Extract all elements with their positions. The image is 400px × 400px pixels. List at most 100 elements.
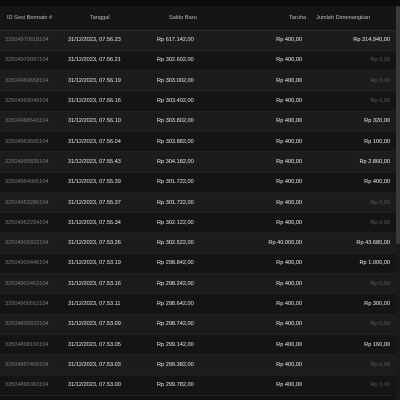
date-cell: 31/12/2023, 07.55.37: [64, 192, 149, 214]
table-row[interactable]: 32504896363104 31/12/2023, 07.53.00 Rp 299…: [0, 375, 396, 396]
column-header-date[interactable]: Tanggal: [64, 6, 149, 31]
bet-cell: Rp 400,00: [229, 375, 306, 396]
winnings-cell: Rp 160,00: [306, 334, 396, 356]
session-id-cell: 32504970097104: [0, 50, 64, 72]
winnings-cell: Rp 300,00: [306, 293, 396, 315]
date-cell: 31/12/2023, 07.56.19: [64, 70, 149, 92]
session-id-cell: 32504898156104: [0, 334, 64, 356]
table-header: ID Sesi Bermain # Tanggal Saldo Baru Tar…: [0, 6, 396, 31]
new-balance-cell: Rp 301.722,00: [149, 172, 229, 193]
winnings-cell: Rp 0,00: [306, 273, 396, 295]
winnings-cell: Rp 0,00: [306, 354, 396, 376]
date-cell: 31/12/2023, 07.56.23: [64, 30, 149, 51]
winnings-cell: Rp 43.680,00: [306, 232, 396, 254]
table-row[interactable]: 32504898156104 31/12/2023, 07.53.05 Rp 299…: [0, 334, 396, 356]
winnings-cell: Rp 0,00: [306, 314, 396, 335]
winnings-cell: Rp 0,00: [306, 375, 396, 396]
table-row[interactable]: 32504969658104 31/12/2023, 07.56.19 Rp 303…: [0, 70, 396, 92]
winnings-cell: Rp 0,00: [306, 192, 396, 214]
bet-cell: Rp 400,00: [229, 273, 306, 295]
date-cell: 31/12/2023, 07.56.16: [64, 90, 149, 112]
session-id-cell: 32504968543104: [0, 111, 64, 132]
column-header-session-id[interactable]: ID Sesi Bermain #: [0, 6, 64, 31]
table-row[interactable]: 32504903446104 31/12/2023, 07.53.19 Rp 298…: [0, 253, 396, 275]
table-row[interactable]: 32504954005104 31/12/2023, 07.55.39 Rp 301…: [0, 172, 396, 193]
new-balance-cell: Rp 298.642,00: [149, 293, 229, 315]
new-balance-cell: Rp 303.802,00: [149, 111, 229, 132]
bet-cell: Rp 400,00: [229, 151, 306, 173]
bet-history-table-container[interactable]: ID Sesi Bermain # Tanggal Saldo Baru Tar…: [0, 6, 396, 400]
table-row[interactable]: 32504970097104 31/12/2023, 07.56.21 Rp 302…: [0, 50, 396, 72]
table-row[interactable]: 32504969049104 31/12/2023, 07.56.16 Rp 303…: [0, 90, 396, 112]
bet-cell: Rp 400,00: [229, 111, 306, 132]
column-header-bet[interactable]: Taruhan: [229, 6, 306, 31]
table-row[interactable]: 32504899933104 31/12/2023, 07.53.09 Rp 298…: [0, 314, 396, 335]
date-cell: 31/12/2023, 07.55.43: [64, 151, 149, 173]
session-id-cell: 32504970618104: [0, 30, 64, 51]
scrollbar-thumb[interactable]: [396, 6, 400, 244]
session-id-cell: 32504905922104: [0, 232, 64, 254]
bet-cell: Rp 400,00: [229, 192, 306, 214]
session-id-cell: 32504963606104: [0, 131, 64, 153]
date-cell: 31/12/2023, 07.56.04: [64, 131, 149, 153]
date-cell: 31/12/2023, 07.53.03: [64, 354, 149, 376]
table-row[interactable]: 32504963606104 31/12/2023, 07.56.04 Rp 303…: [0, 131, 396, 153]
winnings-cell: Rp 0,00: [306, 70, 396, 92]
bet-cell: Rp 400,00: [229, 354, 306, 376]
date-cell: 31/12/2023, 07.56.10: [64, 111, 149, 132]
bet-cell: Rp 400,00: [229, 70, 306, 92]
date-cell: 31/12/2023, 07.56.21: [64, 50, 149, 72]
table-row[interactable]: 32504900552104 31/12/2023, 07.53.11 Rp 298…: [0, 293, 396, 315]
new-balance-cell: Rp 302.602,00: [149, 50, 229, 72]
winnings-cell: Rp 100,00: [306, 131, 396, 153]
new-balance-cell: Rp 299.382,00: [149, 354, 229, 376]
table-row[interactable]: 32504902463104 31/12/2023, 07.53.16 Rp 298…: [0, 273, 396, 295]
header-row: ID Sesi Bermain # Tanggal Saldo Baru Tar…: [0, 6, 396, 31]
date-cell: 31/12/2023, 07.53.19: [64, 253, 149, 275]
date-cell: 31/12/2023, 07.55.39: [64, 172, 149, 193]
session-id-cell: 32504896363104: [0, 375, 64, 396]
winnings-cell: Rp 1.000,00: [306, 253, 396, 275]
bet-cell: Rp 400,00: [229, 334, 306, 356]
session-id-cell: 32504969049104: [0, 90, 64, 112]
new-balance-cell: Rp 303.402,00: [149, 90, 229, 112]
bet-cell: Rp 400,00: [229, 50, 306, 72]
bet-cell: Rp 400,00: [229, 172, 306, 193]
table-row[interactable]: 32504905922104 31/12/2023, 07.53.26 Rp 302…: [0, 232, 396, 254]
table-row[interactable]: 32504952294104 31/12/2023, 07.55.34 Rp 302…: [0, 212, 396, 234]
winnings-cell: Rp 320,00: [306, 111, 396, 132]
column-header-winnings[interactable]: Jumlah Dimenangkan: [306, 6, 396, 31]
session-id-cell: 32504900552104: [0, 293, 64, 315]
date-cell: 31/12/2023, 07.55.34: [64, 212, 149, 234]
table-body: 32504970618104 31/12/2023, 07.56.23 Rp 617…: [0, 30, 396, 396]
winnings-cell: Rp 0,00: [306, 212, 396, 234]
new-balance-cell: Rp 617.142,00: [149, 30, 229, 51]
bet-cell: Rp 40.000,00: [229, 232, 306, 254]
session-id-cell: 32504897409104: [0, 354, 64, 376]
table-row[interactable]: 32504953286104 31/12/2023, 07.55.37 Rp 301…: [0, 192, 396, 214]
new-balance-cell: Rp 303.882,00: [149, 131, 229, 153]
new-balance-cell: Rp 302.122,00: [149, 212, 229, 234]
new-balance-cell: Rp 304.182,00: [149, 151, 229, 173]
bet-history-table: ID Sesi Bermain # Tanggal Saldo Baru Tar…: [0, 6, 396, 396]
winnings-cell: Rp 400,00: [306, 172, 396, 193]
winnings-cell: Rp 0,00: [306, 90, 396, 112]
session-id-cell: 32504903446104: [0, 253, 64, 275]
bet-cell: Rp 400,00: [229, 212, 306, 234]
date-cell: 31/12/2023, 07.53.26: [64, 232, 149, 254]
date-cell: 31/12/2023, 07.53.05: [64, 334, 149, 356]
date-cell: 31/12/2023, 07.53.16: [64, 273, 149, 295]
table-row[interactable]: 32504897409104 31/12/2023, 07.53.03 Rp 299…: [0, 354, 396, 376]
winnings-cell: Rp 2.860,00: [306, 151, 396, 173]
column-header-new-balance[interactable]: Saldo Baru: [149, 6, 229, 31]
new-balance-cell: Rp 298.742,00: [149, 314, 229, 335]
table-row[interactable]: 32504968543104 31/12/2023, 07.56.10 Rp 303…: [0, 111, 396, 132]
new-balance-cell: Rp 301.722,00: [149, 192, 229, 214]
date-cell: 31/12/2023, 07.53.11: [64, 293, 149, 315]
session-id-cell: 32504954005104: [0, 172, 64, 193]
winnings-cell: Rp 0,00: [306, 50, 396, 72]
table-row[interactable]: 32504955835104 31/12/2023, 07.55.43 Rp 304…: [0, 151, 396, 173]
bet-cell: Rp 400,00: [229, 253, 306, 275]
session-id-cell: 32504955835104: [0, 151, 64, 173]
table-row[interactable]: 32504970618104 31/12/2023, 07.56.23 Rp 617…: [0, 30, 396, 51]
